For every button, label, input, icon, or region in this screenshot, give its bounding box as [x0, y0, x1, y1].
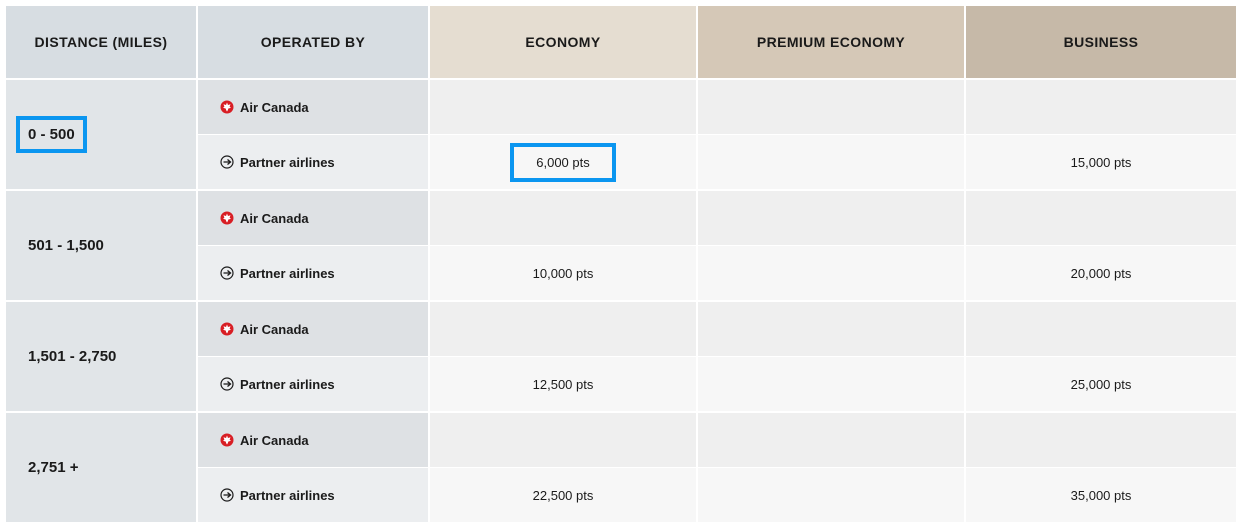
operator-cell: Partner airlines	[198, 246, 430, 300]
maple-leaf-icon	[220, 211, 234, 225]
economy-value	[430, 413, 698, 467]
table-row: Partner airlines 22,500 pts 35,000 pts	[198, 468, 1236, 522]
operator-label: Air Canada	[240, 432, 309, 448]
operator-cell: Air Canada	[198, 80, 430, 134]
premium-economy-value	[698, 413, 966, 467]
operator-cell: Air Canada	[198, 302, 430, 356]
operator-label: Partner airlines	[240, 487, 335, 503]
business-value: 20,000 pts	[966, 246, 1236, 300]
operator-cell: Air Canada	[198, 191, 430, 245]
header-operated-by: OPERATED BY	[198, 6, 430, 78]
distance-label: 0 - 500	[16, 116, 87, 153]
distance-cell: 1,501 - 2,750	[6, 302, 198, 411]
maple-leaf-icon	[220, 433, 234, 447]
premium-economy-value	[698, 468, 966, 522]
table-row: Air Canada	[198, 191, 1236, 245]
plane-circle-icon	[220, 377, 234, 391]
table-row: Air Canada	[198, 80, 1236, 134]
operator-label: Partner airlines	[240, 265, 335, 281]
header-business: BUSINESS	[966, 6, 1236, 78]
premium-economy-value	[698, 135, 966, 189]
operator-cell: Air Canada	[198, 413, 430, 467]
table-row: Partner airlines 10,000 pts 20,000 pts	[198, 246, 1236, 300]
header-economy: ECONOMY	[430, 6, 698, 78]
award-chart-table: DISTANCE (MILES) OPERATED BY ECONOMY PRE…	[6, 6, 1236, 522]
distance-group: 2,751 + Air Canada Partner airlines 22,5…	[6, 413, 1236, 522]
economy-value: 12,500 pts	[430, 357, 698, 411]
operator-label: Air Canada	[240, 99, 309, 115]
operator-cell: Partner airlines	[198, 468, 430, 522]
distance-group: 501 - 1,500 Air Canada Partner airlines …	[6, 191, 1236, 300]
distance-label: 1,501 - 2,750	[28, 348, 117, 365]
business-value	[966, 191, 1236, 245]
plane-circle-icon	[220, 488, 234, 502]
business-value	[966, 80, 1236, 134]
maple-leaf-icon	[220, 100, 234, 114]
distance-group: 0 - 500 Air Canada Partner airlines 6,00…	[6, 80, 1236, 189]
maple-leaf-icon	[220, 322, 234, 336]
premium-economy-value	[698, 191, 966, 245]
distance-group: 1,501 - 2,750 Air Canada Partner airline…	[6, 302, 1236, 411]
operator-label: Partner airlines	[240, 376, 335, 392]
plane-circle-icon	[220, 155, 234, 169]
distance-cell: 501 - 1,500	[6, 191, 198, 300]
table-row: Partner airlines 6,000 pts 15,000 pts	[198, 135, 1236, 189]
business-value	[966, 302, 1236, 356]
distance-cell: 0 - 500	[6, 80, 198, 189]
distance-label: 501 - 1,500	[28, 237, 104, 254]
business-value: 25,000 pts	[966, 357, 1236, 411]
economy-value	[430, 302, 698, 356]
economy-value: 10,000 pts	[430, 246, 698, 300]
header-premium-economy: PREMIUM ECONOMY	[698, 6, 966, 78]
header-distance: DISTANCE (MILES)	[6, 6, 198, 78]
distance-label: 2,751 +	[28, 459, 79, 476]
premium-economy-value	[698, 357, 966, 411]
economy-value: 6,000 pts	[430, 135, 698, 189]
operator-cell: Partner airlines	[198, 135, 430, 189]
economy-highlighted-value: 6,000 pts	[510, 142, 616, 182]
premium-economy-value	[698, 246, 966, 300]
table-header-row: DISTANCE (MILES) OPERATED BY ECONOMY PRE…	[6, 6, 1236, 78]
business-value	[966, 413, 1236, 467]
premium-economy-value	[698, 302, 966, 356]
business-value: 35,000 pts	[966, 468, 1236, 522]
economy-value	[430, 80, 698, 134]
economy-value	[430, 191, 698, 245]
operator-label: Partner airlines	[240, 154, 335, 170]
operator-label: Air Canada	[240, 321, 309, 337]
operator-cell: Partner airlines	[198, 357, 430, 411]
table-row: Air Canada	[198, 302, 1236, 356]
economy-value: 22,500 pts	[430, 468, 698, 522]
table-row: Air Canada	[198, 413, 1236, 467]
table-row: Partner airlines 12,500 pts 25,000 pts	[198, 357, 1236, 411]
plane-circle-icon	[220, 266, 234, 280]
premium-economy-value	[698, 80, 966, 134]
operator-label: Air Canada	[240, 210, 309, 226]
distance-cell: 2,751 +	[6, 413, 198, 522]
business-value: 15,000 pts	[966, 135, 1236, 189]
